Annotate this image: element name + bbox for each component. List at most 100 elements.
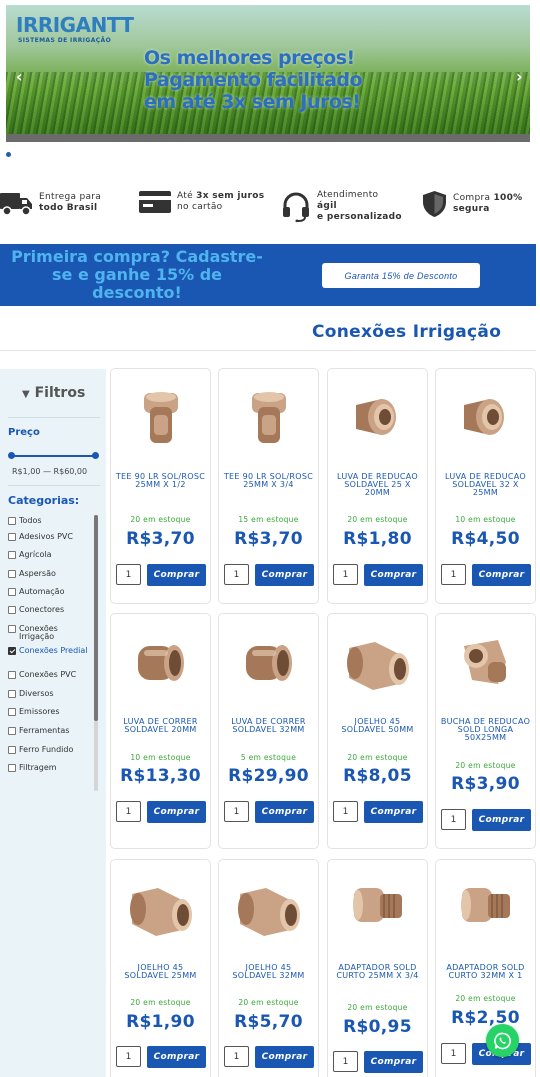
product-image[interactable] [456, 878, 516, 938]
filters-heading[interactable]: ▼ Filtros [22, 385, 85, 401]
product-image[interactable] [456, 387, 516, 451]
product-image[interactable] [124, 878, 198, 948]
category-checkbox[interactable] [8, 671, 16, 679]
quantity-input[interactable]: 1 [224, 1046, 249, 1067]
category-item[interactable]: Conectores [8, 604, 94, 623]
buy-button[interactable]: Comprar [364, 564, 423, 586]
category-item[interactable]: Conexões Irrigação [8, 623, 94, 645]
product-card[interactable]: ADAPTADOR SOLD CURTO 25MM X 3/4 20 em est… [327, 859, 428, 1077]
product-name[interactable]: LUVA DE REDUCAO SOLDAVEL 32 X 25MM [440, 473, 531, 497]
category-item[interactable]: Filtragem [8, 762, 94, 780]
product-image[interactable] [238, 632, 300, 698]
category-item[interactable]: Adesivos PVC [8, 531, 94, 549]
price-max-handle[interactable] [92, 452, 99, 459]
product-card[interactable]: TEE 90 LR SOL/ROSC 25MM X 3/4 15 em estoq… [218, 368, 319, 604]
product-name[interactable]: JOELHO 45 SOLDAVEL 25MM [115, 964, 206, 980]
category-item[interactable]: Todos [8, 515, 94, 531]
price-range-slider[interactable] [10, 455, 96, 457]
product-name[interactable]: LUVA DE CORRER SOLDAVEL 32MM [223, 718, 314, 734]
buy-button[interactable]: Comprar [364, 1051, 423, 1073]
buy-button[interactable]: Comprar [472, 809, 531, 831]
buy-button[interactable]: Comprar [364, 801, 423, 823]
quantity-input[interactable]: 1 [441, 1043, 466, 1064]
quantity-input[interactable]: 1 [224, 801, 249, 822]
product-name[interactable]: LUVA DE CORRER SOLDAVEL 20MM [115, 718, 206, 734]
product-card[interactable]: BUCHA DE REDUCAO SOLD LONGA 50X25MM 20 em… [435, 613, 536, 849]
quantity-input[interactable]: 1 [333, 801, 358, 822]
category-checkbox[interactable] [8, 727, 16, 735]
quantity-input[interactable]: 1 [116, 1046, 141, 1067]
buy-button[interactable]: Comprar [472, 564, 531, 586]
quantity-input[interactable]: 1 [116, 564, 141, 585]
category-item[interactable]: Ferro Fundido [8, 744, 94, 762]
buy-button[interactable]: Comprar [255, 1046, 314, 1068]
category-item[interactable]: Aspersão [8, 568, 94, 586]
category-checkbox[interactable] [8, 647, 16, 655]
brand-logo[interactable]: IRRIGANTT [16, 15, 134, 35]
product-name[interactable]: BUCHA DE REDUCAO SOLD LONGA 50X25MM [440, 718, 531, 742]
category-checkbox[interactable] [8, 588, 16, 596]
category-checkbox[interactable] [8, 517, 16, 525]
product-card[interactable]: LUVA DE REDUCAO SOLDAVEL 32 X 25MM 10 em … [435, 368, 536, 604]
category-item[interactable]: Conexões PVC [8, 669, 94, 688]
whatsapp-button[interactable] [486, 1024, 519, 1057]
category-item[interactable]: Agrícola [8, 549, 94, 568]
quantity-input[interactable]: 1 [333, 564, 358, 585]
chevron-left-icon[interactable]: ‹ [16, 67, 23, 86]
quantity-input[interactable]: 1 [441, 564, 466, 585]
quantity-input[interactable]: 1 [224, 564, 249, 585]
category-checkbox[interactable] [8, 625, 16, 633]
category-scrollbar-thumb[interactable] [94, 515, 98, 721]
category-scrollbar[interactable] [94, 515, 98, 791]
product-name[interactable]: LUVA DE REDUCAO SOLDAVEL 25 X 20MM [332, 473, 423, 497]
product-name[interactable]: TEE 90 LR SOL/ROSC 25MM X 3/4 [223, 473, 314, 489]
price-min-handle[interactable] [8, 452, 15, 459]
chevron-right-icon[interactable]: › [516, 67, 523, 86]
product-image[interactable] [134, 387, 188, 451]
product-image[interactable] [341, 632, 415, 702]
product-card[interactable]: LUVA DE CORRER SOLDAVEL 20MM 10 em estoqu… [110, 613, 211, 849]
product-name[interactable]: ADAPTADOR SOLD CURTO 32MM X 1 [440, 964, 531, 980]
hero-banner[interactable]: IRRIGANTT SISTEMAS DE IRRIGAÇÃO Os melho… [6, 5, 530, 142]
buy-button[interactable]: Comprar [147, 801, 206, 823]
buy-button[interactable]: Comprar [255, 801, 314, 823]
category-item[interactable]: Conexões Predial [8, 645, 94, 669]
product-card[interactable]: TEE 90 LR SOL/ROSC 25MM X 1/2 20 em estoq… [110, 368, 211, 604]
buy-button[interactable]: Comprar [147, 1046, 206, 1068]
buy-button[interactable]: Comprar [255, 564, 314, 586]
product-card[interactable]: JOELHO 45 SOLDAVEL 50MM 20 em estoque R$8,… [327, 613, 428, 849]
product-image[interactable] [348, 878, 408, 938]
product-name[interactable]: JOELHO 45 SOLDAVEL 50MM [332, 718, 423, 734]
product-name[interactable]: TEE 90 LR SOL/ROSC 25MM X 1/2 [115, 473, 206, 489]
category-checkbox[interactable] [8, 533, 16, 541]
product-image[interactable] [130, 632, 192, 698]
category-checkbox[interactable] [8, 551, 16, 559]
category-checkbox[interactable] [8, 764, 16, 772]
category-checkbox[interactable] [8, 606, 16, 614]
category-checkbox[interactable] [8, 746, 16, 754]
category-label: Aspersão [19, 569, 56, 578]
category-checkbox[interactable] [8, 690, 16, 698]
category-checkbox[interactable] [8, 708, 16, 716]
product-image[interactable] [232, 878, 306, 948]
category-checkbox[interactable] [8, 570, 16, 578]
carousel-dot[interactable] [6, 152, 11, 157]
category-item[interactable]: Diversos [8, 688, 94, 706]
product-image[interactable] [348, 387, 408, 451]
quantity-input[interactable]: 1 [333, 1051, 358, 1072]
product-name[interactable]: ADAPTADOR SOLD CURTO 25MM X 3/4 [332, 964, 423, 980]
product-image[interactable] [242, 387, 296, 451]
product-card[interactable]: JOELHO 45 SOLDAVEL 32MM 20 em estoque R$5,… [218, 859, 319, 1077]
product-image[interactable] [458, 632, 514, 698]
quantity-input[interactable]: 1 [116, 801, 141, 822]
category-item[interactable]: Emissores [8, 706, 94, 725]
category-item[interactable]: Automação [8, 586, 94, 604]
product-card[interactable]: JOELHO 45 SOLDAVEL 25MM 20 em estoque R$1,… [110, 859, 211, 1077]
buy-button[interactable]: Comprar [147, 564, 206, 586]
product-card[interactable]: LUVA DE REDUCAO SOLDAVEL 25 X 20MM 20 em … [327, 368, 428, 604]
discount-signup-button[interactable]: Garanta 15% de Desconto [322, 263, 480, 288]
product-card[interactable]: LUVA DE CORRER SOLDAVEL 32MM 5 em estoque… [218, 613, 319, 849]
category-item[interactable]: Ferramentas [8, 725, 94, 744]
product-name[interactable]: JOELHO 45 SOLDAVEL 32MM [223, 964, 314, 980]
quantity-input[interactable]: 1 [441, 809, 466, 830]
